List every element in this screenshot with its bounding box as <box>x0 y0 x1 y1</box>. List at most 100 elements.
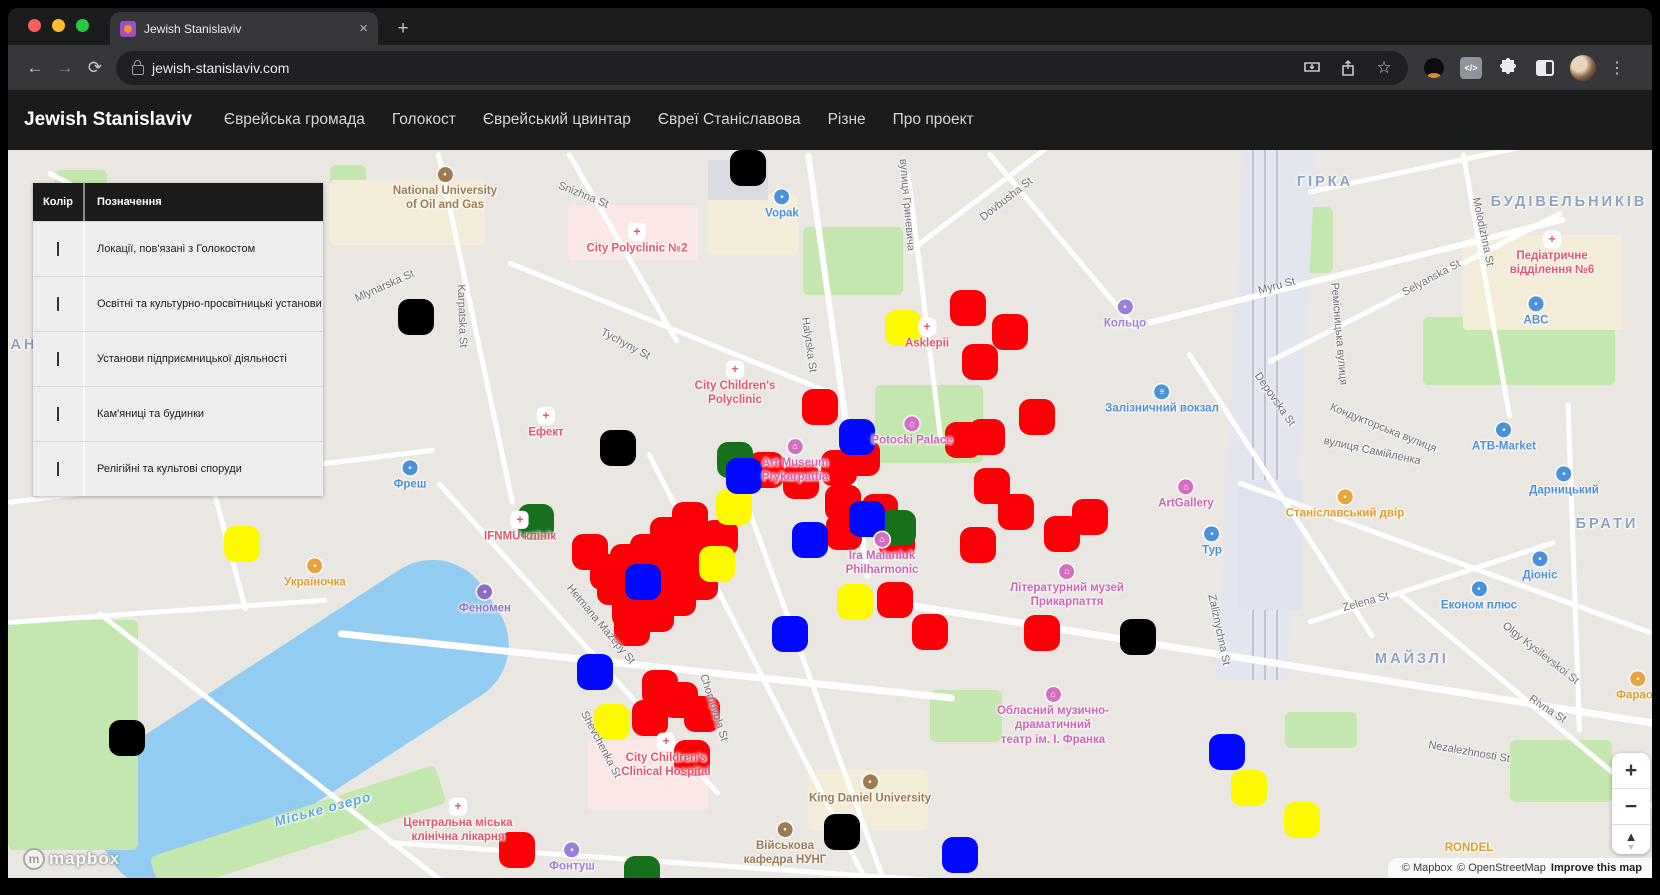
map-marker-black[interactable] <box>730 150 766 186</box>
map-label: Tychyny St <box>598 326 652 363</box>
museum-poi-icon: ⌂ <box>1060 564 1075 579</box>
map-marker-red[interactable] <box>632 700 668 736</box>
map-marker-blue[interactable] <box>792 522 828 558</box>
map-marker-red[interactable] <box>499 832 535 868</box>
map-label: •Дарницький <box>1529 466 1599 497</box>
new-tab-button[interactable]: + <box>390 16 416 42</box>
map-marker-blue[interactable] <box>726 458 762 494</box>
code-extension-icon[interactable]: </> <box>1459 56 1483 80</box>
back-icon[interactable]: ← <box>20 53 50 83</box>
mapbox-logo-icon: m <box>23 848 45 870</box>
map-marker-red[interactable] <box>674 740 710 776</box>
compass-button[interactable]: ▲▼ <box>1612 824 1650 854</box>
zoom-window-button[interactable] <box>76 19 89 32</box>
reload-icon[interactable]: ⟳ <box>80 53 110 83</box>
zoom-in-button[interactable]: + <box>1612 753 1650 788</box>
legend-row: Кам'яниці та будинки <box>33 386 323 441</box>
map-marker-blue[interactable] <box>849 501 885 537</box>
map-marker-yellow[interactable] <box>594 704 630 740</box>
map-marker-yellow[interactable] <box>1231 770 1267 806</box>
nav-item-4[interactable]: Євреї Станіславова <box>658 111 801 129</box>
map-canvas[interactable]: Snizhna StMlynarska StKarpatska StTychyn… <box>8 150 1652 878</box>
map-label: Ремісницька вулиця <box>1327 282 1350 385</box>
address-bar[interactable]: jewish-stanislaviv.com ☆ <box>116 51 1408 85</box>
map-label: RONDEL <box>1445 841 1494 855</box>
side-panel-icon[interactable] <box>1533 56 1557 80</box>
map-marker-red[interactable] <box>877 582 913 618</box>
map-label: +City Children's Polyclinic <box>695 362 776 408</box>
map-marker-green[interactable] <box>624 856 660 878</box>
tab-strip: Jewish Stanislaviv × + <box>8 8 1652 45</box>
map-marker-yellow[interactable] <box>716 489 752 525</box>
url-text[interactable]: jewish-stanislaviv.com <box>152 60 1288 76</box>
browser-tab[interactable]: Jewish Stanislaviv × <box>110 12 378 45</box>
map-marker-red[interactable] <box>950 290 986 326</box>
food-poi-icon: • <box>1338 489 1353 504</box>
nav-item-3[interactable]: Єврейський цвинтар <box>483 111 631 129</box>
medical-poi-icon: + <box>450 799 465 814</box>
park-shape <box>1285 712 1357 748</box>
map-marker-black[interactable] <box>398 299 434 335</box>
mapbox-attribution-link[interactable]: © Mapbox <box>1402 862 1452 874</box>
site-logo[interactable]: Jewish Stanislaviv <box>24 109 192 131</box>
minimize-window-button[interactable] <box>52 19 65 32</box>
extensions-puzzle-icon[interactable] <box>1496 56 1520 80</box>
map-marker-blue[interactable] <box>839 419 875 455</box>
map-label: вулиця Самійленка <box>1322 435 1422 469</box>
mapbox-logo[interactable]: m mapbox <box>23 848 120 870</box>
map-marker-red[interactable] <box>684 696 720 732</box>
medical-poi-icon: + <box>539 408 554 423</box>
map-marker-red[interactable] <box>945 422 981 458</box>
map-marker-yellow[interactable] <box>837 584 873 620</box>
map-marker-red[interactable] <box>821 450 857 486</box>
map-marker-black[interactable] <box>600 430 636 466</box>
nav-item-5[interactable]: Різне <box>828 111 866 129</box>
map-marker-black[interactable] <box>824 814 860 850</box>
campus-zone <box>330 180 485 245</box>
map-marker-green[interactable] <box>518 504 554 540</box>
map-marker-red[interactable] <box>962 344 998 380</box>
map-marker-yellow[interactable] <box>885 310 921 346</box>
improve-map-link[interactable]: Improve this map <box>1551 862 1642 874</box>
zoom-out-button[interactable]: − <box>1612 788 1650 824</box>
map-marker-red[interactable] <box>1024 615 1060 651</box>
bookmark-star-icon[interactable]: ☆ <box>1372 56 1396 80</box>
campus-zone <box>708 195 798 255</box>
map-marker-red[interactable] <box>992 314 1028 350</box>
nav-item-1[interactable]: Єврейська громада <box>224 111 365 129</box>
map-label: Кондукторська вулиця <box>1328 401 1439 456</box>
map-marker-yellow[interactable] <box>1284 802 1320 838</box>
map-marker-red[interactable] <box>960 527 996 563</box>
tab-close-icon[interactable]: × <box>359 21 368 36</box>
map-marker-red[interactable] <box>1019 399 1055 435</box>
map-label: •Україночка <box>284 558 346 589</box>
map-marker-red[interactable] <box>912 614 948 650</box>
chrome-menu-icon[interactable]: ⋮ <box>1609 58 1625 78</box>
close-window-button[interactable] <box>28 19 41 32</box>
map-marker-yellow[interactable] <box>699 546 735 582</box>
map-marker-green[interactable] <box>880 510 916 546</box>
map-marker-blue[interactable] <box>1209 734 1245 770</box>
map-marker-black[interactable] <box>1120 619 1156 655</box>
food-poi-icon: • <box>307 558 322 573</box>
nav-item-2[interactable]: Голокост <box>392 111 456 129</box>
map-marker-red[interactable] <box>1072 499 1108 535</box>
map-marker-red[interactable] <box>802 389 838 425</box>
map-marker-blue[interactable] <box>772 616 808 652</box>
map-marker-blue[interactable] <box>577 654 613 690</box>
map-marker-red[interactable] <box>783 463 819 499</box>
osm-attribution-link[interactable]: © OpenStreetMap <box>1457 862 1546 874</box>
map-marker-black[interactable] <box>109 720 145 756</box>
share-icon[interactable] <box>1336 56 1360 80</box>
map-marker-yellow[interactable] <box>224 526 260 562</box>
map-label: •Економ плюс <box>1441 581 1517 612</box>
save-page-icon[interactable] <box>1300 56 1324 80</box>
map-marker-blue[interactable] <box>625 564 661 600</box>
map-marker-red[interactable] <box>998 494 1034 530</box>
map-marker-blue[interactable] <box>942 837 978 873</box>
profile-avatar[interactable] <box>1570 55 1596 81</box>
nav-item-6[interactable]: Про проект <box>893 111 974 129</box>
forward-icon[interactable]: → <box>50 53 80 83</box>
map-marker-red[interactable] <box>572 534 608 570</box>
person-extension-icon[interactable] <box>1422 56 1446 80</box>
